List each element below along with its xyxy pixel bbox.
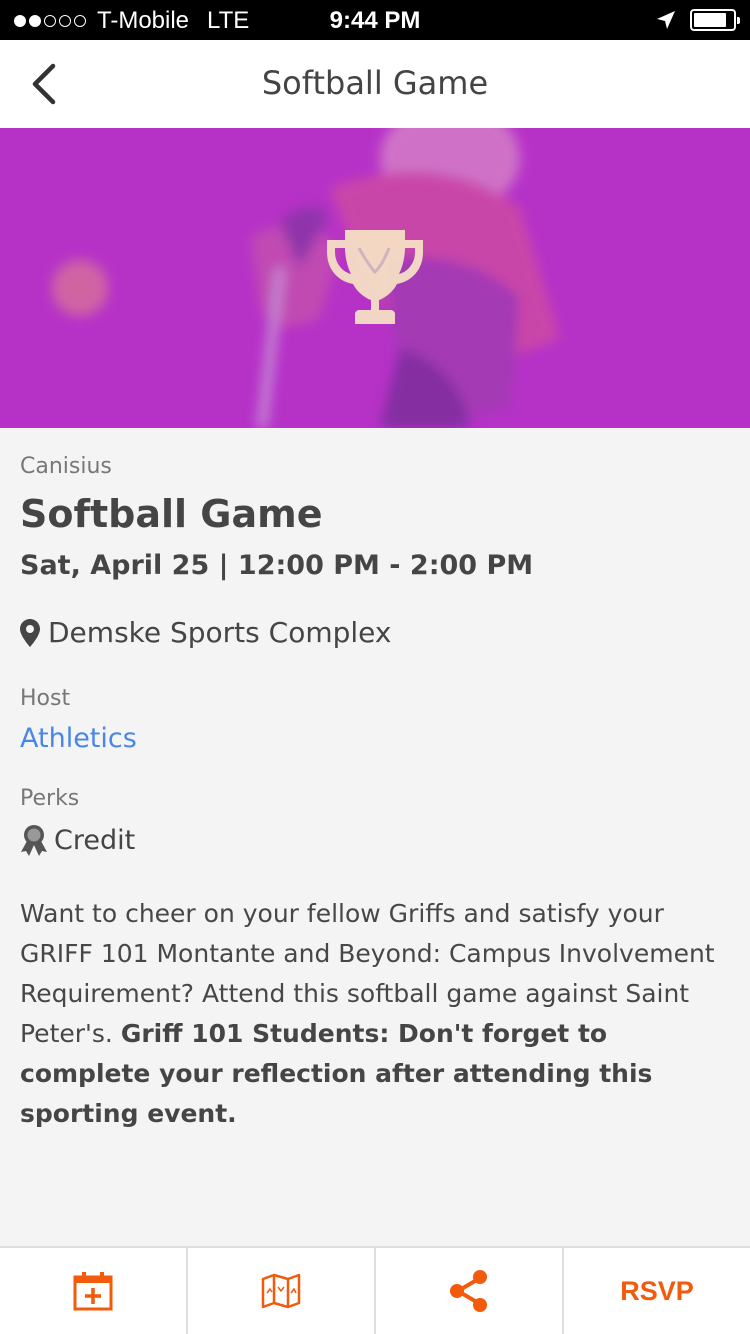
rsvp-button[interactable]: RSVP xyxy=(564,1248,750,1334)
trophy-icon xyxy=(327,230,423,324)
event-location[interactable]: Demske Sports Complex xyxy=(20,616,391,649)
status-time: 9:44 PM xyxy=(329,7,421,34)
rsvp-label: RSVP xyxy=(620,1275,694,1306)
battery-icon xyxy=(690,9,740,31)
share-button[interactable] xyxy=(376,1248,564,1334)
page-title: Softball Game xyxy=(261,64,489,102)
perk-label: Credit xyxy=(54,824,136,856)
add-to-calendar-button[interactable] xyxy=(0,1248,188,1334)
perks-label: Perks xyxy=(20,786,80,811)
bottom-toolbar: RSVP xyxy=(0,1246,750,1334)
event-datetime: Sat, April 25 | 12:00 PM - 2:00 PM xyxy=(20,550,534,581)
host-label: Host xyxy=(20,686,71,711)
host-link[interactable]: Athletics xyxy=(20,723,137,754)
share-icon xyxy=(450,1270,487,1312)
map-pin-icon xyxy=(20,618,40,647)
organization-name: Canisius xyxy=(20,454,112,479)
map-icon xyxy=(261,1273,301,1309)
event-hero-image xyxy=(0,128,750,428)
event-description: Want to cheer on your fellow Griffs and … xyxy=(20,894,730,1134)
location-arrow-icon xyxy=(657,11,675,29)
calendar-add-icon xyxy=(73,1272,113,1311)
perk-item: Credit xyxy=(20,824,135,856)
event-title: Softball Game xyxy=(20,492,323,536)
location-name: Demske Sports Complex xyxy=(48,616,392,649)
status-right xyxy=(656,9,740,31)
status-bar: T-Mobile LTE 9:44 PM xyxy=(0,0,750,40)
map-button[interactable] xyxy=(188,1248,376,1334)
nav-bar: Softball Game xyxy=(0,40,750,128)
award-ribbon-icon xyxy=(21,825,47,856)
